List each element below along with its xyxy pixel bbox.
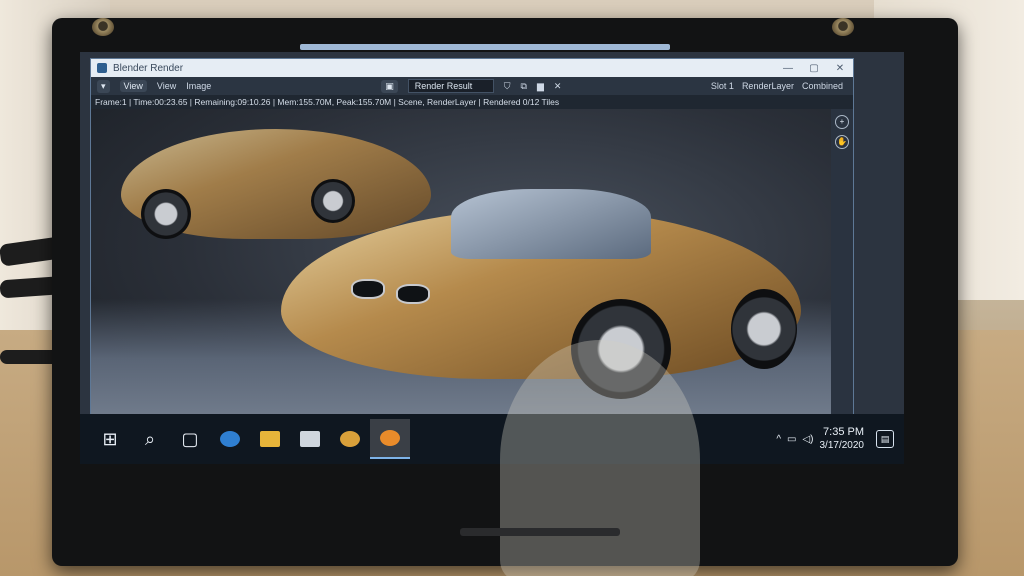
search-button[interactable]: ⌕: [130, 419, 170, 459]
windows-taskbar: ⊞ ⌕ ▢ ^ ▭ ◁) 7:35 PM 3/17/2020 ▤: [80, 414, 904, 464]
layer-dropdown[interactable]: RenderLayer: [742, 81, 794, 91]
blender-render-window: Blender Render — ▢ ✕ ▾ View View Image ▣…: [90, 58, 854, 450]
window-titlebar[interactable]: Blender Render — ▢ ✕: [91, 59, 853, 77]
cable: [0, 350, 60, 364]
view-menu-2[interactable]: View: [157, 81, 176, 91]
fake-user-shield-icon[interactable]: ⛉: [504, 81, 511, 92]
render-result-image: [91, 109, 831, 449]
window-controls: — ▢ ✕: [775, 63, 853, 74]
store-icon[interactable]: [290, 419, 330, 459]
blender-logo-icon: [97, 63, 107, 73]
edge-icon[interactable]: [210, 419, 250, 459]
tray-overflow-icon[interactable]: ^: [776, 434, 781, 445]
pass-dropdown[interactable]: Combined: [802, 81, 843, 91]
notifications-icon[interactable]: ▤: [876, 430, 894, 448]
screw: [92, 18, 114, 36]
clock[interactable]: 7:35 PM 3/17/2020: [820, 425, 865, 453]
kidney-grille-left: [351, 279, 385, 299]
unlink-x-icon[interactable]: ✕: [554, 81, 562, 92]
wheel: [141, 189, 191, 239]
window-title: Blender Render: [113, 62, 184, 74]
blender-icon[interactable]: [370, 419, 410, 459]
zoom-icon[interactable]: +: [835, 115, 849, 129]
screen-highlight-strip: [300, 44, 670, 50]
pan-hand-icon[interactable]: ✋: [835, 135, 849, 149]
start-button[interactable]: ⊞: [90, 419, 130, 459]
right-toolbar: + ✋: [831, 109, 853, 449]
editor-type-button[interactable]: ▾: [97, 79, 110, 93]
maximize-button[interactable]: ▢: [801, 63, 827, 74]
image-browse-icon[interactable]: ▣: [381, 79, 398, 93]
header-right-controls: Slot 1 RenderLayer Combined: [711, 81, 853, 91]
task-view-button[interactable]: ▢: [170, 419, 210, 459]
bezel-bottom-port: [460, 528, 620, 536]
file-explorer-icon[interactable]: [250, 419, 290, 459]
close-button[interactable]: ✕: [827, 63, 853, 74]
duplicate-icon[interactable]: ⧉: [521, 81, 527, 92]
windshield: [451, 189, 651, 259]
slot-dropdown[interactable]: Slot 1: [711, 81, 734, 91]
kidney-grille-right: [396, 284, 430, 304]
screw: [832, 18, 854, 36]
system-tray: ^ ▭ ◁) 7:35 PM 3/17/2020 ▤: [776, 425, 904, 453]
network-icon[interactable]: ▭: [787, 434, 796, 445]
minimize-button[interactable]: —: [775, 63, 801, 74]
view-menu[interactable]: View: [119, 80, 147, 92]
clock-time: 7:35 PM: [823, 426, 864, 438]
monitor-screen: Blender Render — ▢ ✕ ▾ View View Image ▣…: [80, 52, 904, 464]
chrome-icon[interactable]: [330, 419, 370, 459]
clock-date: 3/17/2020: [819, 440, 865, 451]
rear-wheel: [731, 289, 797, 369]
finger-glare: [500, 340, 700, 576]
render-status-line: Frame:1 | Time:00:23.65 | Remaining:09:1…: [91, 95, 853, 109]
open-folder-icon[interactable]: ▆: [537, 81, 544, 92]
volume-icon[interactable]: ◁): [802, 434, 813, 445]
image-editor-header: ▾ View View Image ▣ Render Result ⛉ ⧉ ▆ …: [91, 77, 853, 95]
render-result-field[interactable]: Render Result: [407, 79, 494, 93]
image-menu[interactable]: Image: [186, 81, 211, 91]
